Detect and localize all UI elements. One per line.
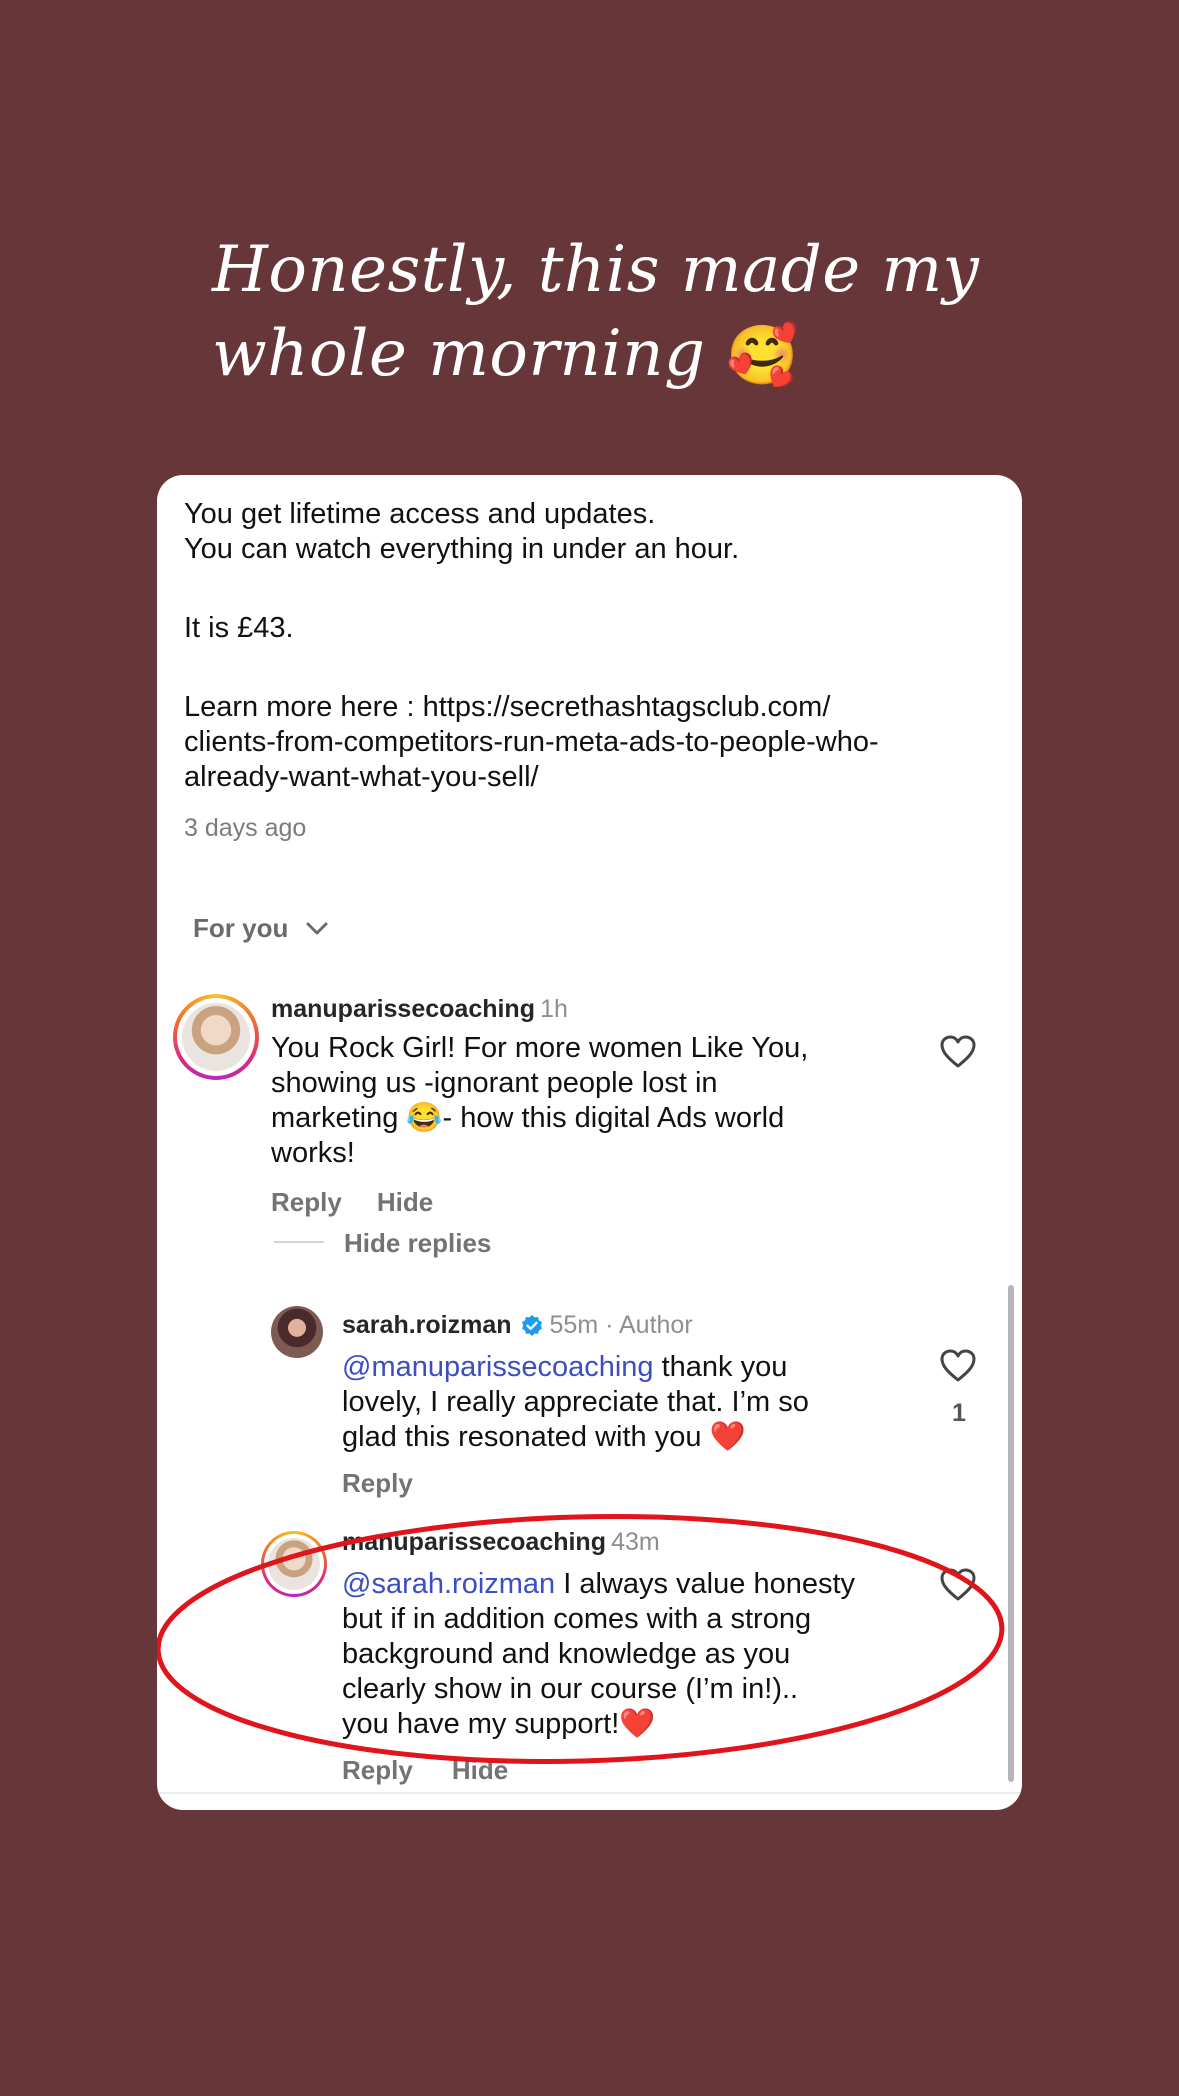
hide-button[interactable]: Hide [377,1187,433,1217]
caption-price: It is £43. [184,612,294,644]
scrollbar[interactable] [1008,1285,1014,1782]
reply-button[interactable]: Reply [271,1187,342,1217]
headline-line-1: Honestly, this made my [212,233,980,307]
like-heart-icon[interactable] [940,1568,976,1602]
caption-line: You can watch everything in under an hou… [184,533,740,565]
divider-line [274,1241,324,1243]
comment-text-line: marketing 😂- how this digital Ads world [271,1102,785,1134]
comment-text-line: You Rock Girl! For more women Like You, [271,1032,809,1064]
caption-link-line[interactable]: Learn more here : https://secrethashtags… [184,690,879,725]
comment-text-line: @sarah.roizman I always value honesty [342,1567,902,1602]
post-caption: You get lifetime access and updates. You… [184,497,879,795]
comment-text-line: lovely, I really appreciate that. I’m so [342,1386,809,1418]
like-heart-icon[interactable] [940,1035,976,1069]
comment-text-line: clearly show in our course (I’m in!).. [342,1673,799,1705]
comment-header: manuparissecoaching 43m [342,1528,660,1557]
caption-link-line[interactable]: already-want-what-you-sell/ [184,760,879,795]
avatar[interactable] [173,994,259,1080]
comment-username[interactable]: sarah.roizman [342,1311,512,1340]
avatar[interactable] [271,1306,323,1358]
comment-text-line: showing us -ignorant people lost in [271,1067,718,1099]
mention-link[interactable]: @sarah.roizman [342,1568,555,1600]
avatar[interactable] [261,1531,327,1597]
comment-text: @sarah.roizman I always value honesty bu… [342,1567,902,1742]
like-count: 1 [952,1399,966,1427]
comment-header: manuparissecoaching 1h [271,995,568,1024]
post-timestamp: 3 days ago [184,814,307,842]
comment-text: You Rock Girl! For more women Like You, … [271,1031,891,1171]
comment-header: sarah.roizman 55m · Author [342,1311,693,1340]
comment-text-fragment: I always value honesty [555,1568,856,1600]
story-headline: Honestly, this made my whole morning 🥰 [212,228,1032,397]
comment-time: 43m [611,1528,660,1556]
like-heart-icon[interactable] [940,1349,976,1383]
headline-line-2: whole morning 🥰 [212,312,1032,397]
comment-text-line: works! [271,1137,355,1169]
comment-filter-dropdown[interactable]: For you [193,913,330,944]
comment-text-line: @manuparissecoaching thank you [342,1350,882,1385]
comment-text-line: glad this resonated with you ❤️ [342,1421,746,1453]
verified-badge-icon [521,1314,542,1336]
caption-link-line[interactable]: clients-from-competitors-run-meta-ads-to… [184,725,879,760]
comment-text-line: you have my support!❤️ [342,1708,656,1740]
comment-screenshot-card: You get lifetime access and updates. You… [157,475,1022,1810]
bottom-divider [157,1792,1022,1794]
comment-actions: Reply Hide [271,1187,433,1218]
reply-button[interactable]: Reply [342,1468,413,1499]
caption-line: You get lifetime access and updates. [184,498,656,530]
comment-text-line: but if in addition comes with a strong [342,1603,812,1635]
mention-link[interactable]: @manuparissecoaching [342,1351,654,1383]
comment-time: 1h [540,995,568,1023]
comment-text: @manuparissecoaching thank you lovely, I… [342,1350,882,1455]
hide-button[interactable]: Hide [452,1755,508,1785]
smiling-hearts-emoji: 🥰 [726,321,799,389]
reply-button[interactable]: Reply [342,1755,413,1785]
filter-label: For you [193,913,289,943]
comment-text-fragment: thank you [653,1351,788,1383]
comment-username[interactable]: manuparissecoaching [271,995,535,1023]
comment-actions: Reply Hide [342,1755,508,1786]
comment-time: 55m · Author [549,1311,693,1339]
headline-line-2-text: whole morning [212,317,706,391]
hide-replies-button[interactable]: Hide replies [344,1228,491,1259]
comment-username[interactable]: manuparissecoaching [342,1528,606,1556]
chevron-down-icon [306,922,328,934]
comment-text-line: background and knowledge as you [342,1638,791,1670]
